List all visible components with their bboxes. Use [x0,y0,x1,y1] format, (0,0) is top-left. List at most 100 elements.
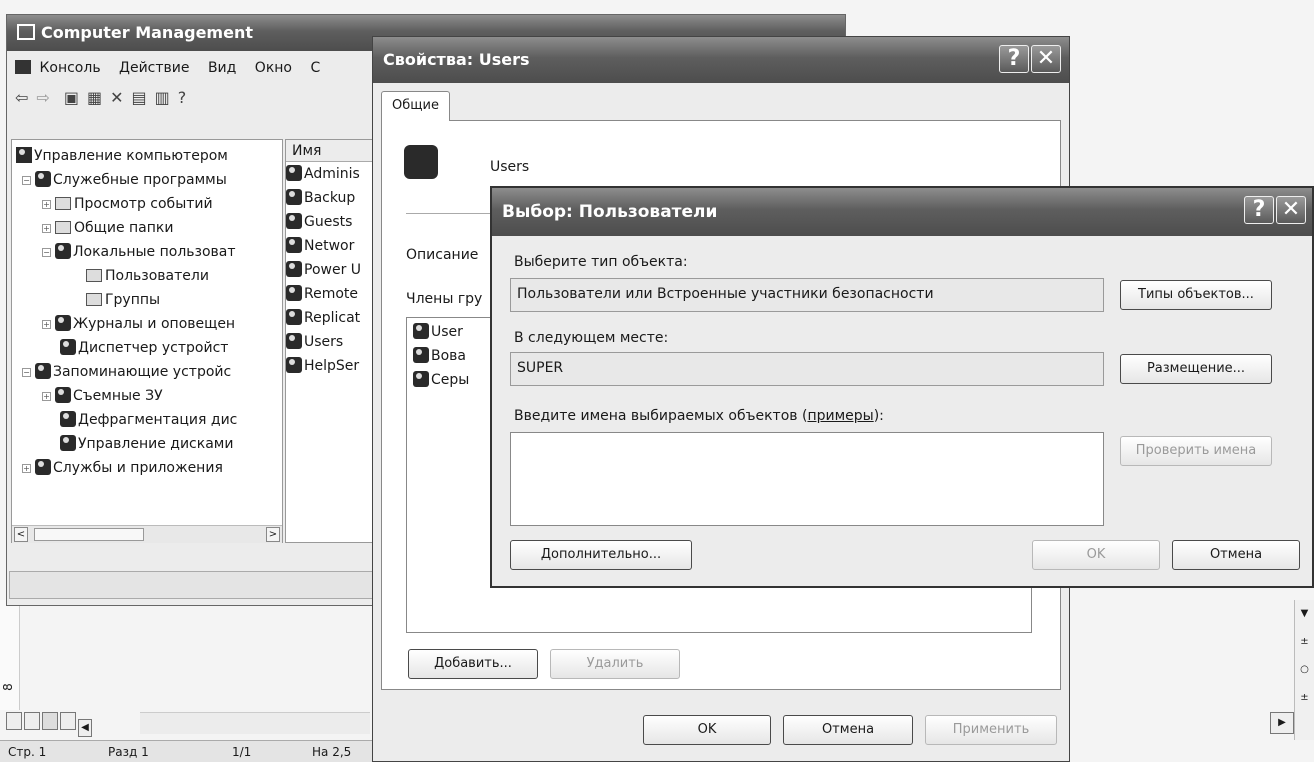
collapse-icon[interactable]: − [22,368,31,377]
expand-icon[interactable]: + [42,320,51,329]
object-type-field: Пользователи или Встроенные участники бе… [510,278,1104,312]
back-icon[interactable]: ⇦ [15,88,28,107]
collapse-icon[interactable]: − [42,248,51,257]
props-cancel-button[interactable]: Отмена [783,715,913,745]
forward-icon[interactable]: ⇨ [36,88,49,107]
list-item[interactable]: Users [286,330,384,354]
tree-shared-folders[interactable]: + Общие папки [16,216,282,240]
menu-help[interactable]: С [310,60,320,76]
list-item[interactable]: Remote [286,282,384,306]
browse-object-icon[interactable]: ○ [1295,656,1314,684]
menu-action[interactable]: Действие [119,60,189,76]
select-title-bar[interactable]: Выбор: Пользователи [492,188,1312,236]
select-close-button[interactable]: ✕ [1276,196,1306,224]
properties-icon[interactable]: ▤ [131,88,146,107]
props-ok-button[interactable]: OK [643,715,771,745]
menu-window[interactable]: Окно [255,60,292,76]
normal-view-icon[interactable] [6,712,22,730]
tree-removable[interactable]: + Съемные ЗУ [16,384,282,408]
folder-icon [86,269,102,282]
expand-icon[interactable]: + [42,224,51,233]
users-groups-icon [55,243,71,259]
tree-root[interactable]: Управление компьютером [16,144,282,168]
tree-device-manager[interactable]: Диспетчер устройст [16,336,282,360]
expand-icon[interactable]: + [42,392,51,401]
word-hscroll[interactable] [140,712,370,734]
select-title: Выбор: Пользователи [502,202,718,222]
status-section: Разд 1 [108,745,149,759]
props-apply-button[interactable]: Применить [925,715,1057,745]
location-field: SUPER [510,352,1104,386]
list-item[interactable]: Networ [286,234,384,258]
menu-console[interactable]: Консоль [39,60,100,76]
expand-icon[interactable]: + [22,464,31,473]
export-icon[interactable]: ▥ [155,88,170,107]
delete-icon[interactable]: ✕ [110,88,123,107]
status-position: На 2,5 [312,745,352,759]
scroll-left-icon[interactable]: ◀ [78,719,92,737]
props-close-button[interactable]: ✕ [1031,45,1061,73]
list-item[interactable]: Adminis [286,162,384,186]
object-types-button[interactable]: Типы объектов... [1120,280,1272,310]
prev-page-icon[interactable]: ± [1295,628,1314,656]
tree-local-users[interactable]: − Локальные пользоват [16,240,282,264]
tree-event-viewer[interactable]: + Просмотр событий [16,192,282,216]
outline-view-icon[interactable] [60,712,76,730]
tree-groups[interactable]: Группы [16,288,282,312]
tree-logs-alerts[interactable]: + Журналы и оповещен [16,312,282,336]
names-label: Введите имена выбираемых объектов (приме… [514,408,884,424]
view-buttons: ◀ [6,712,136,737]
scroll-down-icon[interactable]: ▼ [1295,600,1314,628]
props-title-bar[interactable]: Свойства: Users [373,37,1069,83]
status-page: Стр. 1 [8,745,47,759]
scroll-thumb[interactable] [34,528,144,541]
list-item[interactable]: Power U [286,258,384,282]
scroll-right-icon[interactable]: > [266,527,280,542]
group-icon [286,237,302,253]
examples-link[interactable]: примеры [807,408,873,424]
list-item[interactable]: Backup [286,186,384,210]
help-icon[interactable]: ? [178,88,187,107]
word-right-scroll[interactable]: ▼ ± ○ ± [1294,600,1314,740]
word-right-arrow[interactable]: ▶ [1270,712,1294,734]
scroll-left-icon[interactable]: < [14,527,28,542]
tree-hscroll[interactable]: < > [12,525,282,543]
select-help-button[interactable]: ? [1244,196,1274,224]
expand-icon[interactable]: + [42,200,51,209]
advanced-button[interactable]: Дополнительно... [510,540,692,570]
check-names-button[interactable]: Проверить имена [1120,436,1272,466]
remove-button[interactable]: Удалить [550,649,680,679]
tab-general[interactable]: Общие [381,91,450,121]
menu-view[interactable]: Вид [208,60,236,76]
print-view-icon[interactable] [42,712,58,730]
tree-defrag[interactable]: Дефрагментация дис [16,408,282,432]
group-icon [286,357,302,373]
disk-management-icon [60,435,76,451]
show-tree-icon[interactable]: ▦ [87,88,102,107]
list-header-name[interactable]: Имя [286,140,384,162]
ruler-number: 8 [0,683,15,691]
props-help-button[interactable]: ? [999,45,1029,73]
word-status-bar: Стр. 1 Разд 1 1/1 На 2,5 [0,740,380,762]
add-button[interactable]: Добавить... [408,649,538,679]
tree-users[interactable]: Пользователи [16,264,282,288]
tree-disk-mgmt[interactable]: Управление дисками [16,432,282,456]
group-large-icon [404,145,438,179]
cm-tree: Управление компьютером − Служебные програ… [11,139,283,543]
tree-services[interactable]: + Службы и приложения [16,456,282,480]
names-label-end: ): [873,408,884,424]
next-page-icon[interactable]: ± [1295,684,1314,712]
names-input[interactable] [510,432,1104,526]
collapse-icon[interactable]: − [22,176,31,185]
select-ok-button[interactable]: OK [1032,540,1160,570]
list-item[interactable]: Guests [286,210,384,234]
tree-system-tools[interactable]: − Служебные программы [16,168,282,192]
list-item[interactable]: HelpSer [286,354,384,378]
tree-storage[interactable]: − Запоминающие устройс [16,360,282,384]
select-cancel-button[interactable]: Отмена [1172,540,1300,570]
web-view-icon[interactable] [24,712,40,730]
up-icon[interactable]: ▣ [64,88,79,107]
location-button[interactable]: Размещение... [1120,354,1272,384]
list-item[interactable]: Replicat [286,306,384,330]
console-icon [15,60,31,74]
